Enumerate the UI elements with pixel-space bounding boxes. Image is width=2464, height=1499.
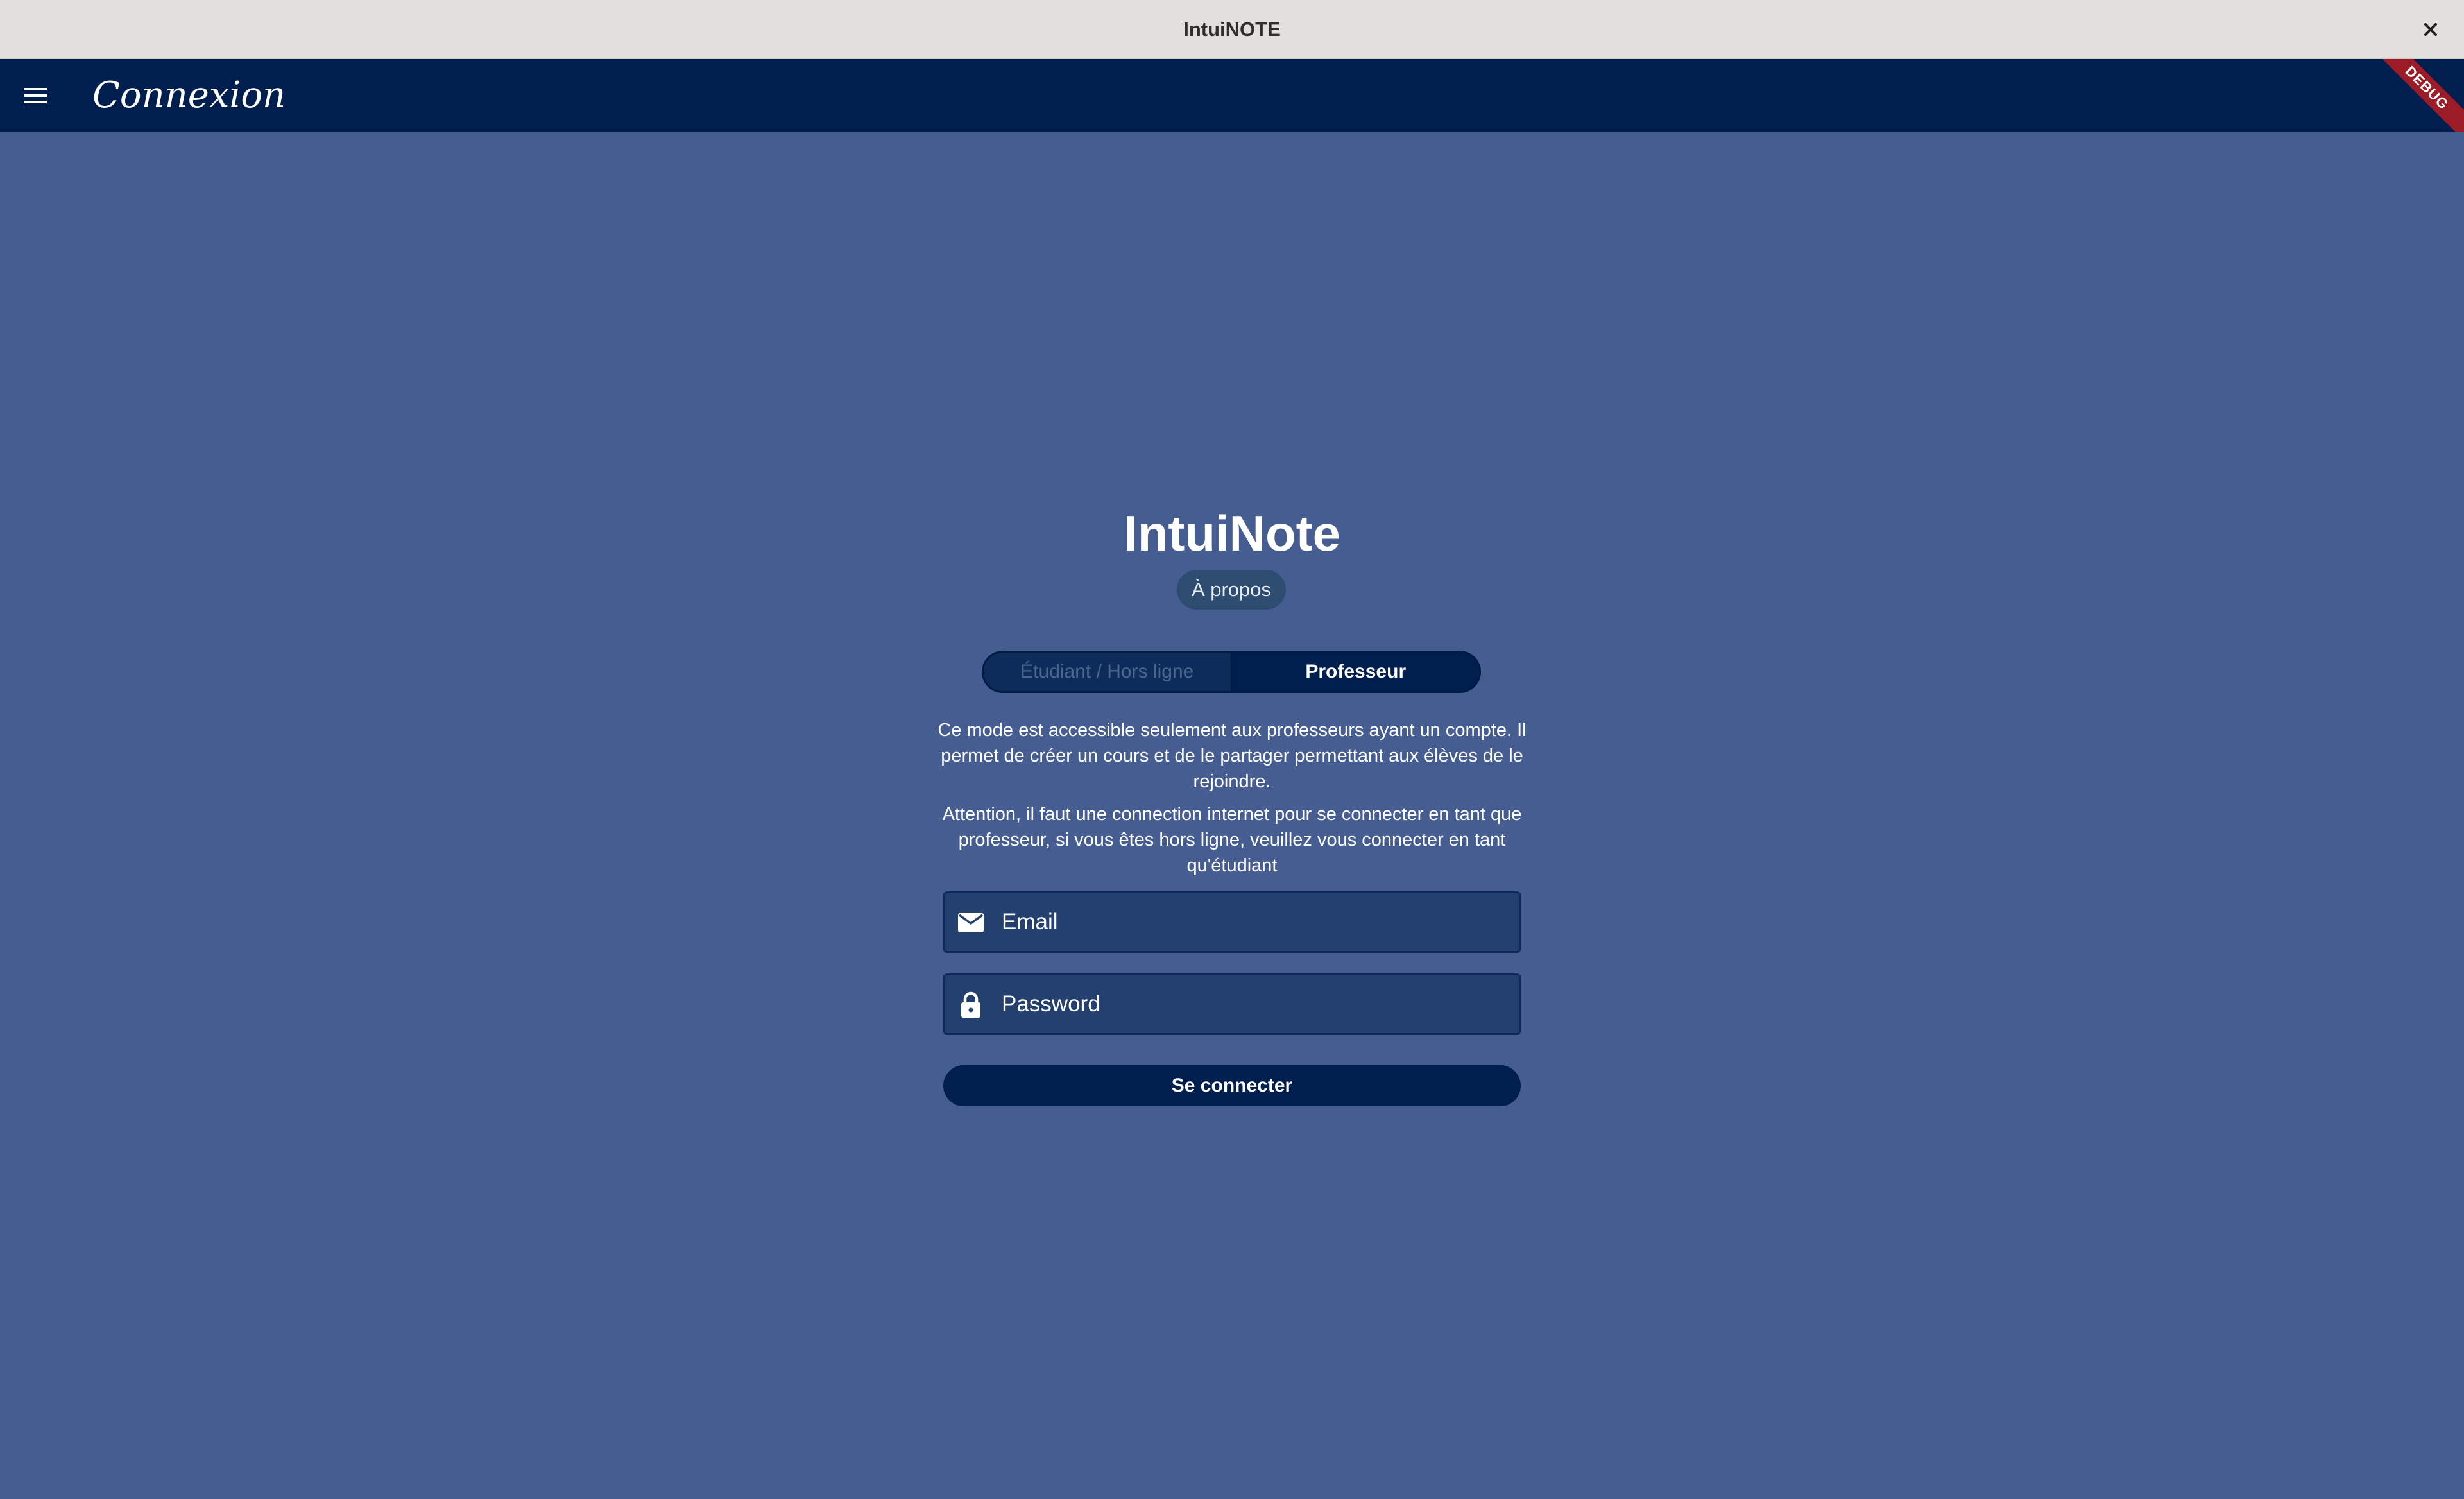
debug-banner: DEBUG	[2365, 59, 2464, 132]
mode-option-teacher[interactable]: Professeur	[1232, 653, 1479, 691]
app-bar: Connexion DEBUG	[0, 59, 2464, 132]
close-button[interactable]	[2417, 15, 2445, 44]
password-placeholder: Password	[1002, 991, 1100, 1016]
email-placeholder: Email	[1002, 909, 1058, 934]
email-field[interactable]: Email	[943, 891, 1521, 953]
app-bar-title: Connexion	[92, 74, 286, 116]
connect-button[interactable]: Se connecter	[943, 1065, 1521, 1106]
about-button[interactable]: À propos	[1177, 570, 1286, 610]
mode-description: Ce mode est accessible seulement aux pro…	[937, 720, 1527, 792]
password-field[interactable]: Password	[943, 973, 1521, 1035]
close-icon	[2424, 23, 2437, 36]
window-titlebar: IntuiNOTE	[0, 0, 2464, 59]
menu-icon	[24, 88, 47, 103]
login-page: IntuiNote À propos Étudiant / Hors ligne…	[0, 132, 2464, 1499]
menu-button[interactable]	[13, 73, 58, 118]
lock-icon	[955, 989, 986, 1020]
app-name-heading: IntuiNote	[1124, 505, 1340, 561]
window-title: IntuiNOTE	[1183, 18, 1281, 40]
mail-icon	[955, 907, 986, 938]
connection-warning: Attention, il faut une connection intern…	[942, 804, 1522, 876]
mode-toggle: Étudiant / Hors ligne Professeur	[982, 651, 1481, 693]
mode-option-student[interactable]: Étudiant / Hors ligne	[984, 653, 1233, 691]
